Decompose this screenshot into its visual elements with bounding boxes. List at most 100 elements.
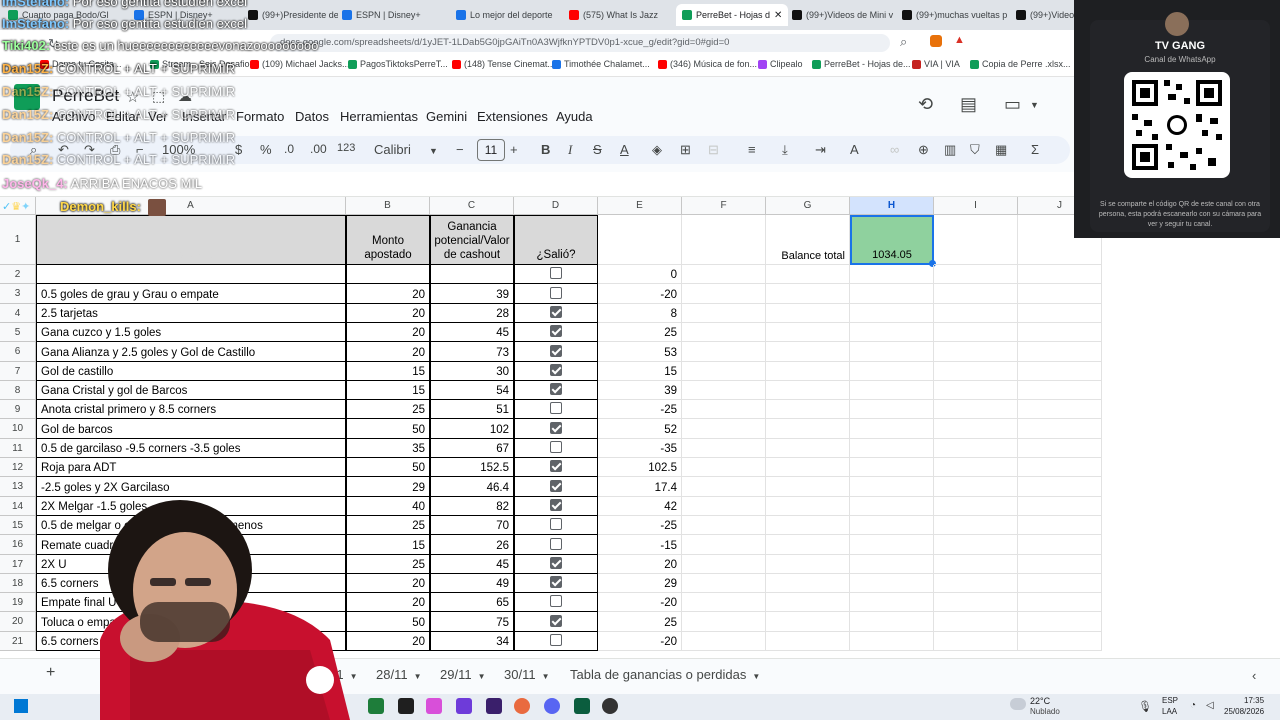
- brave-shield-icon[interactable]: [930, 35, 942, 47]
- taskbar-app-icon[interactable]: [456, 698, 472, 714]
- insert-chart-icon[interactable]: ▥: [944, 142, 956, 158]
- amount-cell[interactable]: 35: [346, 439, 430, 458]
- cell[interactable]: [1018, 265, 1102, 284]
- amount-cell[interactable]: 25: [346, 400, 430, 419]
- profit-cell[interactable]: 8: [598, 304, 682, 323]
- cell[interactable]: [934, 381, 1018, 400]
- sheet-tab-dropdown-icon[interactable]: ▼: [478, 672, 486, 681]
- row-header[interactable]: 13: [0, 477, 36, 497]
- zoom-icon[interactable]: ⌕: [900, 34, 907, 50]
- won-cell[interactable]: [514, 632, 598, 651]
- cell[interactable]: [682, 632, 766, 651]
- cell[interactable]: [766, 439, 850, 458]
- cell[interactable]: [934, 215, 1018, 265]
- insert-comment-icon[interactable]: ⊕: [918, 142, 929, 158]
- column-header[interactable]: B: [346, 197, 430, 215]
- bookmark-item[interactable]: Clipealo: [758, 59, 803, 69]
- cell[interactable]: [850, 458, 934, 477]
- potential-gain-cell[interactable]: 152.5: [430, 458, 514, 477]
- menu-item-herramientas[interactable]: Herramientas: [340, 109, 418, 124]
- row-header[interactable]: 17: [0, 555, 36, 574]
- cell[interactable]: [934, 400, 1018, 419]
- cell[interactable]: [850, 284, 934, 304]
- weather-desc[interactable]: Nublado: [1030, 707, 1060, 716]
- profit-cell[interactable]: 29: [598, 574, 682, 593]
- potential-gain-cell[interactable]: 34: [430, 632, 514, 651]
- meet-icon[interactable]: ▭: [1004, 94, 1021, 115]
- bet-description-cell[interactable]: Gana Alianza y 2.5 goles y Gol de Castil…: [36, 342, 346, 362]
- cell[interactable]: [682, 516, 766, 535]
- bet-description-cell[interactable]: Roja para ADT: [36, 458, 346, 477]
- potential-gain-cell[interactable]: 102: [430, 419, 514, 439]
- cell[interactable]: [682, 439, 766, 458]
- url-field[interactable]: docs.google.com/spreadsheets/d/1yJET-1LD…: [270, 34, 890, 52]
- row-header[interactable]: 19: [0, 593, 36, 612]
- row-header[interactable]: 4: [0, 304, 36, 323]
- cell[interactable]: [1018, 419, 1102, 439]
- won-cell[interactable]: [514, 419, 598, 439]
- cell[interactable]: [934, 477, 1018, 497]
- cell[interactable]: [682, 593, 766, 612]
- cell[interactable]: [682, 284, 766, 304]
- header-cell-d[interactable]: ¿Salió?: [514, 215, 598, 265]
- won-checkbox[interactable]: [550, 479, 562, 492]
- won-checkbox[interactable]: [550, 460, 562, 472]
- bookmark-item[interactable]: (148) Tense Cinemat...: [452, 59, 555, 69]
- cell[interactable]: [766, 458, 850, 477]
- more-formats-button[interactable]: 123: [337, 142, 355, 154]
- cell[interactable]: [1018, 612, 1102, 632]
- decrease-decimals-button[interactable]: .0: [284, 142, 294, 156]
- weather-temp[interactable]: 22°C: [1030, 696, 1050, 706]
- won-cell[interactable]: [514, 497, 598, 516]
- potential-gain-cell[interactable]: 49: [430, 574, 514, 593]
- row-header[interactable]: 21: [0, 632, 36, 651]
- amount-cell[interactable]: 15: [346, 362, 430, 381]
- currency-format-button[interactable]: $: [235, 142, 242, 157]
- cell[interactable]: [766, 381, 850, 400]
- profit-cell[interactable]: -15: [598, 535, 682, 555]
- profit-cell[interactable]: -35: [598, 439, 682, 458]
- won-checkbox[interactable]: [550, 595, 562, 607]
- row-header[interactable]: 20: [0, 612, 36, 632]
- font-select[interactable]: Calibri: [374, 142, 411, 157]
- cell[interactable]: [850, 593, 934, 612]
- row-header[interactable]: 2: [0, 265, 36, 284]
- cell[interactable]: [934, 284, 1018, 304]
- sheet-tab-dropdown-icon[interactable]: ▼: [542, 672, 550, 681]
- bookmark-item[interactable]: PerreBet - Hojas de...: [812, 59, 911, 69]
- cell[interactable]: [682, 574, 766, 593]
- cell[interactable]: [850, 419, 934, 439]
- potential-gain-cell[interactable]: 82: [430, 497, 514, 516]
- won-cell[interactable]: [514, 574, 598, 593]
- italic-icon[interactable]: I: [568, 142, 572, 158]
- profit-cell[interactable]: 53: [598, 342, 682, 362]
- cell[interactable]: [934, 593, 1018, 612]
- increase-decimals-button[interactable]: .00: [310, 142, 327, 156]
- won-cell[interactable]: [514, 284, 598, 304]
- cell[interactable]: [1018, 458, 1102, 477]
- column-header[interactable]: G: [766, 197, 850, 215]
- cell[interactable]: [934, 323, 1018, 342]
- won-checkbox[interactable]: [550, 576, 562, 588]
- cell[interactable]: [682, 535, 766, 555]
- profit-cell[interactable]: -25: [598, 516, 682, 535]
- browser-tab[interactable]: (575) What Is Jazz: [563, 4, 678, 26]
- cell[interactable]: [766, 612, 850, 632]
- cell[interactable]: [1018, 284, 1102, 304]
- cell[interactable]: [934, 497, 1018, 516]
- won-checkbox[interactable]: [550, 344, 562, 357]
- cell[interactable]: [766, 555, 850, 574]
- text-wrap-icon[interactable]: ⇥: [815, 142, 826, 158]
- menu-item-formato[interactable]: Formato: [236, 109, 284, 124]
- column-header[interactable]: D: [514, 197, 598, 215]
- sheet-tab[interactable]: 30/11 ▼: [504, 667, 550, 682]
- vertical-align-icon[interactable]: ⤓: [782, 142, 788, 158]
- microphone-icon[interactable]: 🎙: [1138, 700, 1152, 713]
- cell[interactable]: [934, 458, 1018, 477]
- bookmark-item[interactable]: (346) Música de fon...: [658, 59, 757, 69]
- cell[interactable]: [850, 323, 934, 342]
- cell[interactable]: [850, 516, 934, 535]
- cell[interactable]: [850, 535, 934, 555]
- cell[interactable]: [934, 574, 1018, 593]
- rewards-icon[interactable]: ▲: [954, 34, 965, 46]
